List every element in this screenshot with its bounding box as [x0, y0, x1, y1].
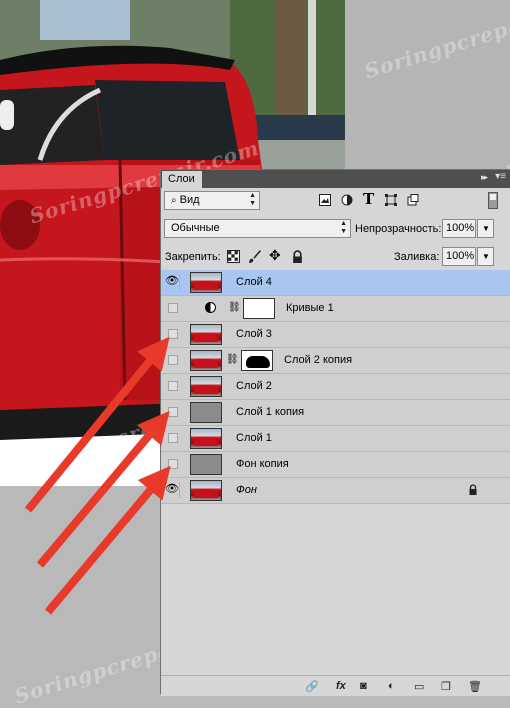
- layers-panel: Слои ▸▸ ▾≡ ⌕ Вид ▲ ▼ T Обычные ▲ ▼ Непрозра…: [160, 169, 510, 696]
- layer-name[interactable]: Слой 2 копия: [284, 354, 352, 366]
- fill-dropdown-button[interactable]: ▼: [477, 247, 494, 266]
- layer-name[interactable]: Фон копия: [236, 458, 289, 470]
- layer-row[interactable]: Фон копия: [161, 452, 510, 478]
- layer-name[interactable]: Слой 4: [236, 276, 272, 288]
- new-layer-icon[interactable]: ❐: [441, 680, 451, 693]
- search-icon: ⌕: [171, 195, 177, 206]
- delete-layer-icon[interactable]: 🗑: [468, 680, 482, 693]
- chain-link-icon[interactable]: ⛓: [228, 302, 241, 313]
- panel-menu-icon[interactable]: ▾≡: [495, 171, 506, 182]
- layer-thumbnail: [190, 402, 222, 423]
- opacity-dropdown-button[interactable]: ▼: [477, 219, 494, 238]
- layer-mask-thumbnail: [243, 298, 275, 319]
- layer-thumbnail: [190, 428, 222, 449]
- lock-position-move-icon[interactable]: ✥: [269, 247, 282, 263]
- new-group-icon[interactable]: ▭: [414, 680, 424, 693]
- layer-name[interactable]: Кривые 1: [286, 302, 334, 314]
- layer-row[interactable]: ⛓ Кривые 1: [161, 296, 510, 322]
- fx-icon[interactable]: fx: [336, 680, 346, 692]
- eye-icon: 👁: [165, 483, 179, 495]
- shape-filter-icon[interactable]: [385, 194, 397, 206]
- lock-label: Закрепить:: [165, 251, 221, 263]
- blend-mode-select[interactable]: Обычные ▲ ▼: [164, 219, 351, 238]
- filter-kind-value: Вид: [179, 194, 200, 206]
- layer-name[interactable]: Слой 1: [236, 432, 272, 444]
- layer-thumbnail: [190, 480, 222, 501]
- lock-transparent-icon[interactable]: [227, 250, 240, 263]
- new-adjustment-icon[interactable]: ◐: [388, 680, 395, 692]
- visibility-toggle[interactable]: [168, 303, 178, 313]
- visibility-toggle[interactable]: 👁: [164, 274, 180, 290]
- layer-row[interactable]: Слой 2: [161, 374, 510, 400]
- panel-footer: 🔗 fx ◙ ◐ ▭ ❐ 🗑: [161, 675, 510, 696]
- visibility-toggle[interactable]: [168, 407, 178, 417]
- visibility-toggle[interactable]: [168, 381, 178, 391]
- panel-header: Слои ▸▸ ▾≡: [161, 170, 510, 188]
- layer-mask-thumbnail: [241, 350, 273, 371]
- chain-link-icon[interactable]: ⛓: [226, 354, 239, 365]
- layer-thumbnail: [190, 272, 222, 293]
- layer-row[interactable]: Слой 1 копия: [161, 400, 510, 426]
- updown-icon: ▲ ▼: [340, 220, 347, 235]
- image-filter-icon[interactable]: [319, 194, 331, 206]
- layer-thumbnail: [190, 454, 222, 475]
- adjustment-filter-icon[interactable]: [341, 194, 353, 206]
- layer-row[interactable]: ⛓ Слой 2 копия: [161, 348, 510, 374]
- filter-toggle[interactable]: [488, 192, 498, 209]
- collapse-icon[interactable]: ▸▸: [481, 172, 488, 183]
- smart-object-filter-icon[interactable]: [407, 194, 419, 206]
- visibility-toggle[interactable]: [168, 459, 178, 469]
- layer-row[interactable]: 👁 Фон: [161, 478, 510, 504]
- updown-icon: ▲ ▼: [249, 192, 256, 207]
- layers-list: 👁 Слой 4 ⛓ Кривые 1 Слой 3 ⛓ Слой 2 копи…: [161, 270, 510, 504]
- layer-row[interactable]: Слой 3: [161, 322, 510, 348]
- blend-mode-value: Обычные: [171, 222, 220, 234]
- layer-thumbnail: [190, 350, 222, 371]
- filter-kind-select[interactable]: ⌕ Вид ▲ ▼: [164, 191, 260, 210]
- type-filter-icon[interactable]: T: [363, 190, 375, 208]
- link-layers-icon[interactable]: 🔗: [305, 680, 319, 693]
- layer-name[interactable]: Слой 2: [236, 380, 272, 392]
- tab-layers[interactable]: Слои: [162, 171, 202, 188]
- layer-row[interactable]: 👁 Слой 4: [161, 270, 510, 296]
- layer-name[interactable]: Слой 3: [236, 328, 272, 340]
- fill-field[interactable]: 100%: [442, 247, 476, 266]
- curves-adjustment-icon: [205, 302, 216, 313]
- opacity-field[interactable]: 100%: [442, 219, 476, 238]
- fill-label: Заливка:: [394, 251, 440, 263]
- add-mask-icon[interactable]: ◙: [360, 680, 367, 692]
- lock-icon: [469, 484, 477, 495]
- layer-name[interactable]: Слой 1 копия: [236, 406, 304, 418]
- lock-all-icon[interactable]: [291, 250, 304, 263]
- layer-name[interactable]: Фон: [236, 484, 257, 496]
- layer-thumbnail: [190, 376, 222, 397]
- visibility-toggle[interactable]: [168, 433, 178, 443]
- opacity-label: Непрозрачность:: [355, 223, 442, 235]
- layer-row[interactable]: Слой 1: [161, 426, 510, 452]
- visibility-toggle[interactable]: [168, 329, 178, 339]
- visibility-toggle[interactable]: 👁: [164, 482, 180, 498]
- lock-image-brush-icon[interactable]: [248, 250, 261, 263]
- visibility-toggle[interactable]: [168, 355, 178, 365]
- eye-icon: 👁: [165, 275, 179, 287]
- layer-thumbnail: [190, 324, 222, 345]
